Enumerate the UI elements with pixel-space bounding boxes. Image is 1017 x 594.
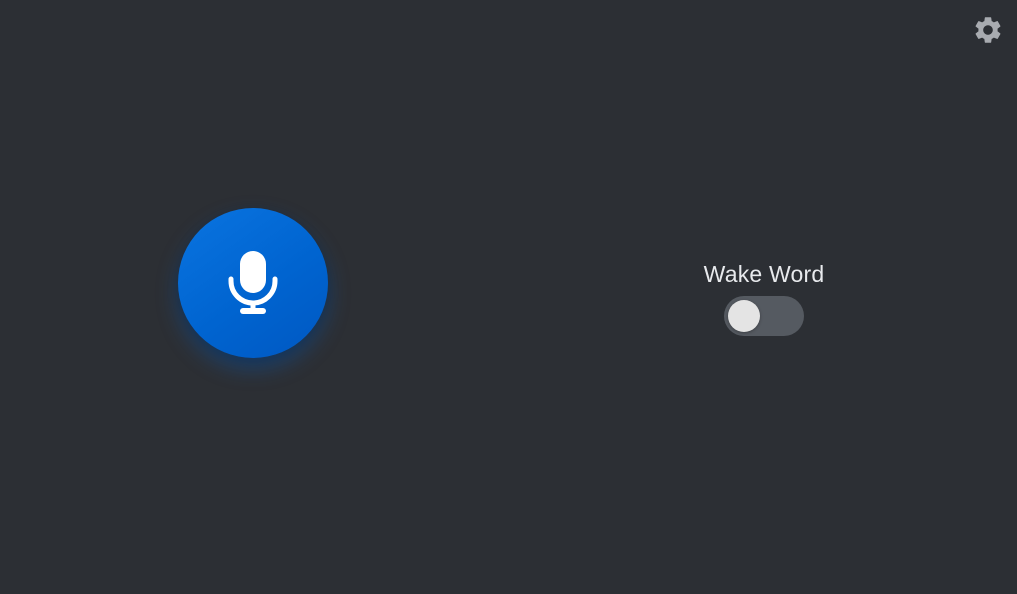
- settings-button[interactable]: [970, 12, 1006, 48]
- gear-icon: [975, 17, 1001, 43]
- microphone-icon: [228, 251, 278, 314]
- wake-word-toggle[interactable]: [724, 296, 804, 336]
- toggle-knob: [728, 300, 760, 332]
- wake-word-label: Wake Word: [703, 261, 825, 287]
- microphone-button[interactable]: [178, 208, 328, 358]
- app-window: Wake Word: [0, 0, 1017, 594]
- wake-word-control: Wake Word: [684, 258, 844, 336]
